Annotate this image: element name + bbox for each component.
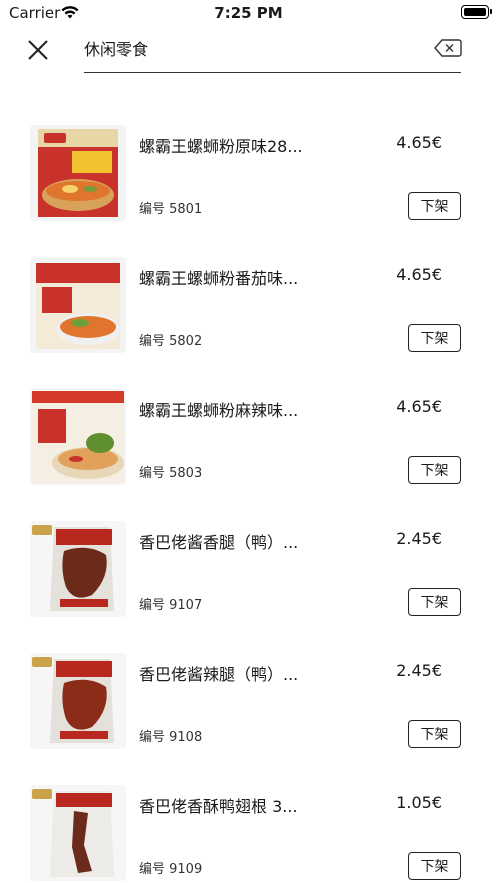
product-list: 螺霸王螺蛳粉原味28... 4.65€ 编号 5801 下架 螺霸王螺蛳粉番茄味… — [0, 125, 497, 883]
delist-button[interactable]: 下架 — [408, 324, 461, 352]
product-name: 螺霸王螺蛳粉麻辣味... — [139, 401, 299, 420]
search-underline — [84, 72, 461, 73]
list-item[interactable]: 香巴佬酱香腿（鸭）... 2.45€ 编号 9107 下架 — [0, 521, 497, 653]
battery-icon — [461, 5, 492, 19]
product-code: 编号 9108 — [139, 730, 203, 745]
delist-button[interactable]: 下架 — [408, 456, 461, 484]
search-input[interactable] — [84, 34, 424, 62]
list-item[interactable]: 螺霸王螺蛳粉番茄味... 4.65€ 编号 5802 下架 — [0, 257, 497, 389]
list-item[interactable]: 螺霸王螺蛳粉麻辣味... 4.65€ 编号 5803 下架 — [0, 389, 497, 521]
product-code: 编号 5803 — [139, 466, 203, 481]
product-price: 4.65€ — [396, 265, 442, 284]
product-price: 2.45€ — [396, 661, 442, 680]
delist-button[interactable]: 下架 — [408, 720, 461, 748]
list-item[interactable]: 螺霸王螺蛳粉原味28... 4.65€ 编号 5801 下架 — [0, 125, 497, 257]
status-bar: Carrier 7:25 PM — [0, 0, 497, 26]
product-image — [30, 257, 126, 353]
list-item[interactable]: 香巴佬酱辣腿（鸭）... 2.45€ 编号 9108 下架 — [0, 653, 497, 785]
product-price: 4.65€ — [396, 133, 442, 152]
delist-button[interactable]: 下架 — [408, 192, 461, 220]
product-image — [30, 785, 126, 881]
product-image — [30, 653, 126, 749]
product-name: 螺霸王螺蛳粉番茄味... — [139, 269, 299, 288]
product-name: 香巴佬香酥鸭翅根 3... — [139, 797, 298, 816]
product-image — [30, 389, 126, 485]
product-code: 编号 9109 — [139, 862, 203, 877]
search-header — [0, 26, 497, 78]
clear-text-icon[interactable] — [434, 38, 462, 58]
product-code: 编号 5801 — [139, 202, 203, 217]
delist-button[interactable]: 下架 — [408, 852, 461, 880]
product-name: 螺霸王螺蛳粉原味28... — [139, 137, 303, 156]
product-code: 编号 9107 — [139, 598, 203, 613]
clock-time: 7:25 PM — [214, 4, 283, 22]
product-image — [30, 125, 126, 221]
list-item[interactable]: 香巴佬香酥鸭翅根 3... 1.05€ 编号 9109 下架 — [0, 785, 497, 883]
product-price: 1.05€ — [396, 793, 442, 812]
product-price: 4.65€ — [396, 397, 442, 416]
product-name: 香巴佬酱香腿（鸭）... — [139, 533, 299, 552]
close-icon[interactable] — [24, 36, 52, 64]
delist-button[interactable]: 下架 — [408, 588, 461, 616]
product-image — [30, 521, 126, 617]
product-code: 编号 5802 — [139, 334, 203, 349]
product-price: 2.45€ — [396, 529, 442, 548]
product-name: 香巴佬酱辣腿（鸭）... — [139, 665, 299, 684]
